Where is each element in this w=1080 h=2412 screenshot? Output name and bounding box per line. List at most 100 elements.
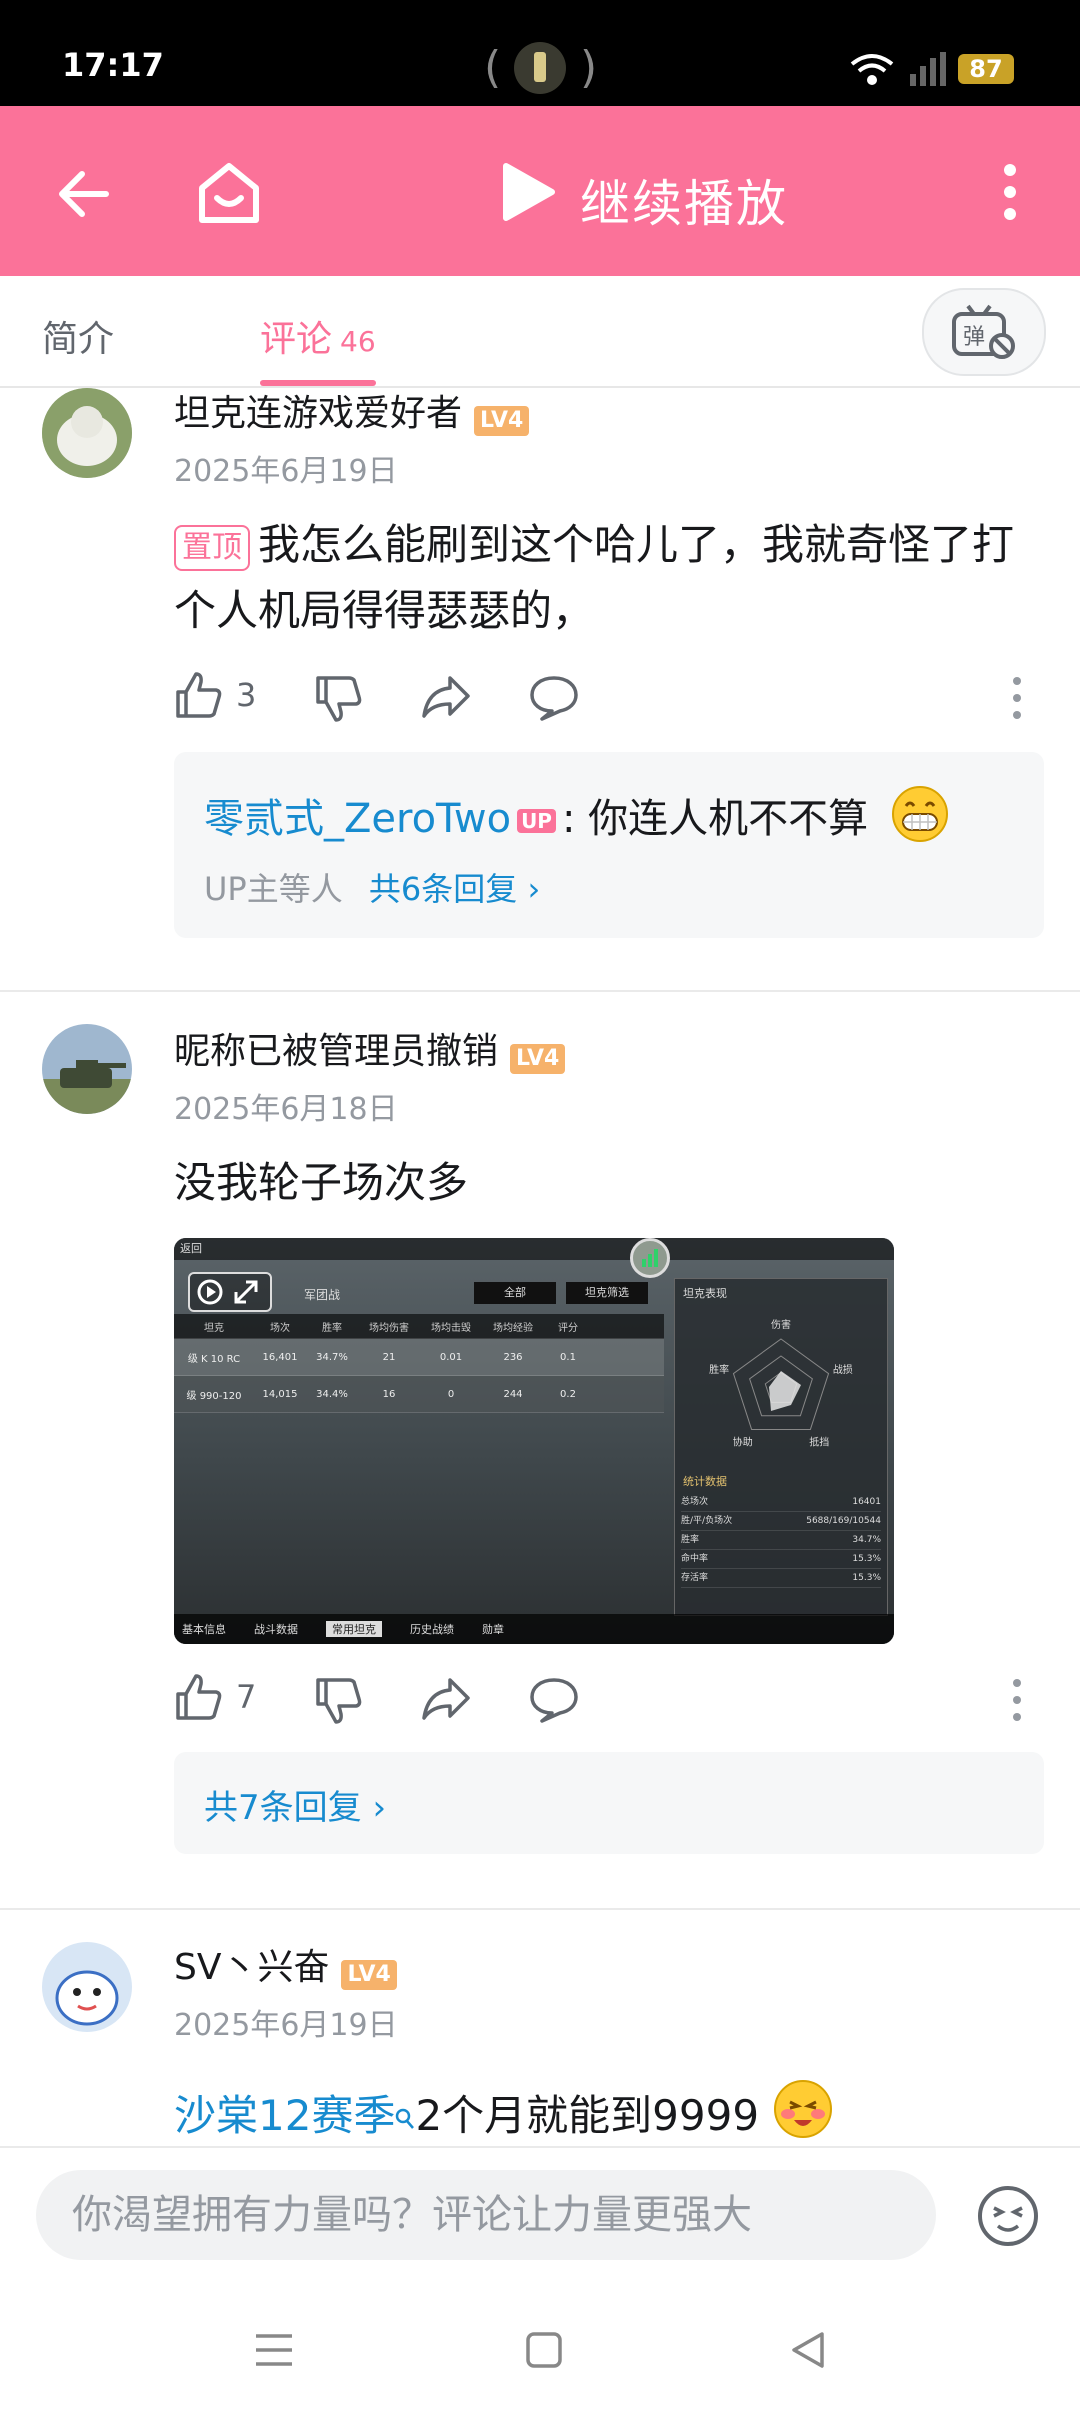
danmaku-off-icon: 弹	[952, 304, 1015, 359]
game-table-cell: 场均伤害	[369, 1322, 409, 1334]
avatar[interactable]	[42, 1024, 132, 1114]
game-stat-label: 存活率	[681, 1573, 709, 1583]
game-stat-label: 总场次	[681, 1497, 709, 1507]
game-table-cell: 0.1	[560, 1351, 576, 1363]
continue-play-button[interactable]: 继续播放	[580, 164, 788, 236]
game-table-cell: 16	[382, 1388, 396, 1400]
danmaku-toggle-button[interactable]: 弹	[922, 288, 1046, 376]
view-replies-link[interactable]: 共7条回复 ›	[204, 1780, 386, 1829]
comment-date: 2025年6月19日	[174, 2008, 398, 2043]
game-bottom-tab: 常用坦克	[326, 1621, 382, 1637]
game-back-label: 返回	[174, 1238, 894, 1260]
reply-icon[interactable]	[528, 1676, 580, 1728]
comment-username[interactable]: SV丶兴奋	[174, 1947, 329, 1988]
like-icon[interactable]	[174, 1672, 224, 1726]
comment-input[interactable]: 你渴望拥有力量吗？评论让力量更强大	[36, 2170, 936, 2260]
reply-author[interactable]: 零贰式_ZeroTwo	[204, 796, 511, 842]
game-table-cell: 坦克	[204, 1322, 224, 1334]
comment-author-row: 坦克连游戏爱好者 LV4	[174, 384, 530, 436]
avatar[interactable]	[42, 388, 132, 478]
like-count: 7	[236, 1678, 257, 1716]
comment-body: 2个月就能到9999	[415, 2091, 760, 2140]
more-vertical-icon[interactable]	[1000, 162, 1020, 226]
tab-comments[interactable]: 评论 46	[260, 310, 376, 362]
tab-bar: 简介 评论 46	[0, 276, 1080, 388]
game-bottom-tab: 基本信息	[182, 1623, 226, 1636]
back-arrow-icon[interactable]	[52, 162, 116, 230]
radar-label: 协助	[733, 1436, 753, 1449]
home-square-icon[interactable]	[524, 2330, 564, 2374]
game-stat-label: 胜率	[681, 1535, 700, 1545]
comment-username[interactable]: 坦克连游戏爱好者	[174, 393, 462, 434]
comment-author-row: 昵称已被管理员撤销 LV4	[174, 1022, 566, 1074]
radar-label: 战损	[833, 1363, 853, 1376]
fullscreen-expand-icon[interactable]	[188, 1272, 272, 1312]
like-count: 3	[236, 676, 257, 714]
search-small-icon	[395, 2091, 415, 2140]
svg-text:): )	[580, 42, 596, 93]
game-stat-label: 胜/平/负场次	[681, 1516, 733, 1526]
comment-date: 2025年6月18日	[174, 1092, 398, 1127]
emoji-picker-icon[interactable]	[976, 2184, 1040, 2252]
reply-preview-box[interactable]: 共7条回复 ›	[174, 1752, 1044, 1854]
game-stat-value: 5688/169/10544	[806, 1516, 881, 1526]
reply-icon[interactable]	[528, 674, 580, 726]
comment-composer: 你渴望拥有力量吗？评论让力量更强大	[0, 2146, 1080, 2298]
game-table-row: 级 990-120 14,015 34.4% 16 0 244 0.2	[174, 1376, 664, 1413]
comment-divider	[0, 990, 1080, 992]
reply-preview-line: 零贰式_ZeroTwo UP: 你连人机不不算	[204, 786, 868, 844]
video-header-bar: 继续播放	[0, 106, 1080, 276]
dislike-icon[interactable]	[314, 1676, 364, 1730]
game-stat-row: 胜/平/负场次 5688/169/10544	[681, 1512, 881, 1531]
game-table-cell: 场次	[270, 1322, 290, 1334]
game-table-cell: 14,015	[262, 1388, 298, 1400]
game-signal-badge-icon	[630, 1238, 670, 1278]
topic-link[interactable]: 沙棠12赛季	[174, 2091, 395, 2140]
comment-text: 沙棠12赛季 2个月就能到9999	[174, 2078, 834, 2149]
comment-actions: 7	[174, 1672, 1044, 1732]
comment-more-icon[interactable]	[1010, 676, 1024, 724]
comment-username[interactable]: 昵称已被管理员撤销	[174, 1031, 498, 1072]
back-triangle-icon[interactable]	[788, 2330, 828, 2374]
game-stats-title: 统计数据	[683, 1475, 727, 1488]
game-stat-value: 34.7%	[852, 1535, 881, 1545]
dislike-icon[interactable]	[314, 674, 364, 728]
view-replies-link[interactable]: 共6条回复 ›	[369, 870, 540, 908]
comment-author-row: SV丶兴奋 LV4	[174, 1938, 397, 1990]
game-stat-label: 命中率	[681, 1554, 709, 1564]
radar-label: 胜率	[709, 1363, 729, 1376]
game-stat-value: 16401	[852, 1497, 881, 1507]
reply-meta: UP主等人	[204, 870, 343, 908]
game-table-cell: 评分	[558, 1322, 578, 1334]
game-table-cell: 0.2	[560, 1388, 576, 1400]
game-stat-row: 命中率 15.3%	[681, 1550, 881, 1569]
home-icon[interactable]	[194, 158, 264, 232]
reply-preview-box[interactable]: 零贰式_ZeroTwo UP: 你连人机不不算 UP主等人 共6条回复 ›	[174, 752, 1044, 938]
game-table-cell: 0	[447, 1388, 455, 1400]
comment-more-icon[interactable]	[1010, 1678, 1024, 1726]
play-icon[interactable]	[498, 160, 558, 228]
share-icon[interactable]	[420, 672, 472, 726]
comment-date: 2025年6月19日	[174, 454, 398, 489]
tab-intro[interactable]: 简介	[42, 310, 114, 362]
radar-label: 抵挡	[809, 1436, 829, 1449]
game-panel-title: 坦克表现	[683, 1287, 727, 1300]
comment-actions: 3	[174, 670, 1044, 730]
game-stat-value: 15.3%	[852, 1554, 881, 1564]
game-table-cell: 21	[382, 1351, 396, 1363]
avatar[interactable]	[42, 1942, 132, 2032]
comment-count: 46	[340, 325, 376, 358]
status-bar: 17:17 ( ) 87	[0, 0, 1080, 106]
like-icon[interactable]	[174, 670, 224, 724]
game-table-row: 级 K 10 RC 16,401 34.7% 21 0.01 236 0.1	[174, 1339, 664, 1376]
comment-body: 没我轮子场次多	[174, 1158, 469, 1207]
menu-icon[interactable]	[254, 2330, 294, 2374]
game-side-panel: 坦克表现 伤害 战损 抵挡 协助 胜率 统计数据 总场次 16401 胜/平/负场次 5688…	[674, 1278, 888, 1616]
share-icon[interactable]	[420, 1674, 472, 1728]
game-table-header: 坦克 场次 胜率 场均伤害 场均击毁 场均经验 评分	[174, 1314, 664, 1339]
game-table-cell: 236	[503, 1351, 523, 1363]
game-table-cell: 场均经验	[493, 1322, 533, 1334]
reply-text: : 你连人机不不算	[561, 796, 869, 842]
level-badge: LV4	[341, 1959, 397, 1990]
comment-image[interactable]: 返回 军团战 全部 坦克筛选 坦克 场次 胜率 场均伤害 场均击毁 场均经验 评分级 K 1…	[174, 1238, 894, 1644]
